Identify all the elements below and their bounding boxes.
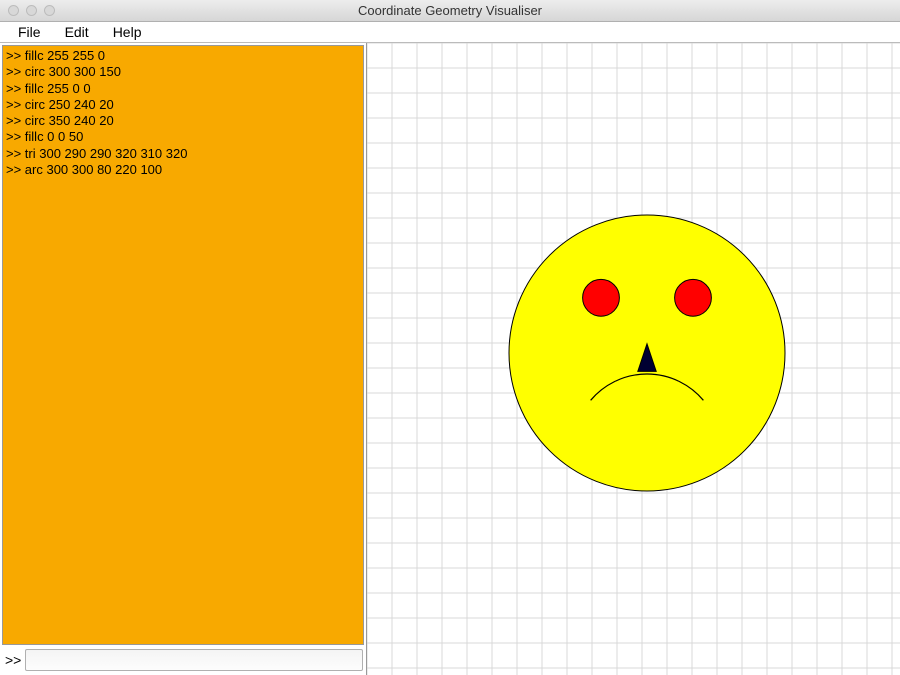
prompt-row: >> [0, 645, 366, 675]
history-line: >> fillc 0 0 50 [6, 129, 360, 145]
left-panel: >> fillc 255 255 0>> circ 300 300 150>> … [0, 43, 367, 675]
menu-edit[interactable]: Edit [53, 22, 101, 42]
command-history: >> fillc 255 255 0>> circ 300 300 150>> … [2, 45, 364, 645]
minimize-icon[interactable] [26, 5, 37, 16]
drawing-canvas[interactable] [367, 43, 900, 675]
prompt-label: >> [3, 652, 21, 668]
command-input[interactable] [25, 649, 363, 671]
menu-file[interactable]: File [6, 22, 53, 42]
history-line: >> fillc 255 0 0 [6, 81, 360, 97]
history-line: >> circ 250 240 20 [6, 97, 360, 113]
shape-circle [583, 279, 620, 316]
menu-help[interactable]: Help [101, 22, 154, 42]
history-line: >> arc 300 300 80 220 100 [6, 162, 360, 178]
canvas-panel [367, 43, 900, 675]
close-icon[interactable] [8, 5, 19, 16]
content: >> fillc 255 255 0>> circ 300 300 150>> … [0, 43, 900, 675]
window-title: Coordinate Geometry Visualiser [0, 3, 900, 18]
history-line: >> circ 350 240 20 [6, 113, 360, 129]
traffic-lights [0, 5, 55, 16]
history-line: >> tri 300 290 290 320 310 320 [6, 146, 360, 162]
menubar: File Edit Help [0, 22, 900, 43]
shape-circle [675, 279, 712, 316]
titlebar: Coordinate Geometry Visualiser [0, 0, 900, 22]
history-line: >> circ 300 300 150 [6, 64, 360, 80]
zoom-icon[interactable] [44, 5, 55, 16]
history-line: >> fillc 255 255 0 [6, 48, 360, 64]
